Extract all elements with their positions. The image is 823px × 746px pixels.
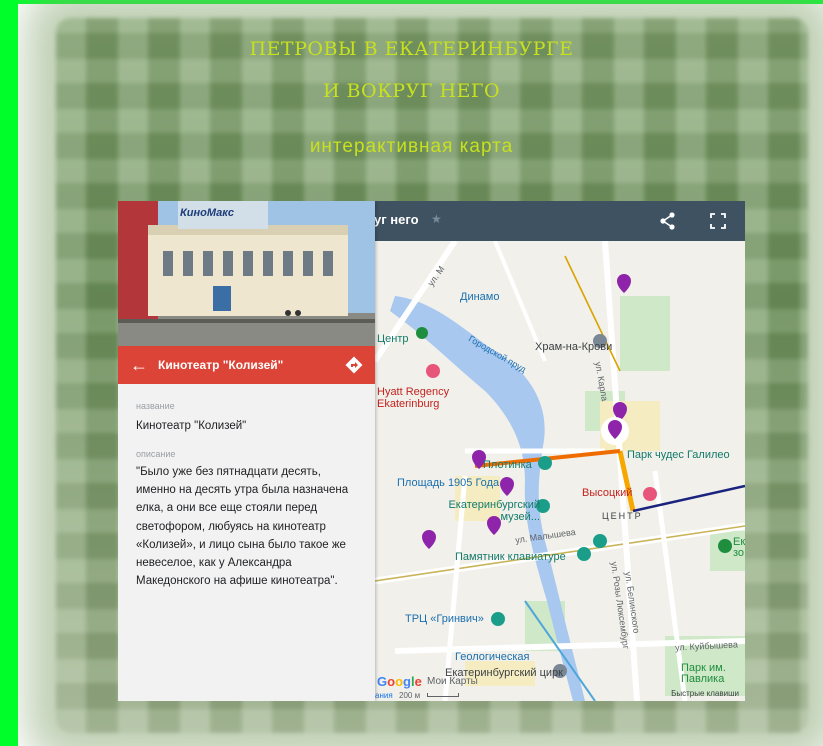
label-vysotsky: Высоцкий (582, 487, 633, 499)
google-logo: Google (377, 674, 422, 689)
keyboard-shortcuts-link[interactable]: Быстрые клавиши (671, 689, 739, 698)
field-label-name: название (136, 401, 175, 411)
label-museum: Екатеринбургский музей... (448, 499, 540, 523)
label-grinvich: ТРЦ «Гринвич» (405, 613, 484, 625)
label-dinamo: Динамо (460, 291, 500, 303)
map-canvas[interactable]: Динамо Храм-на-Крови Центр Городской пру… (375, 241, 745, 701)
label-plotinka: Плотинка (483, 459, 532, 471)
map-graphics (375, 241, 745, 701)
my-maps-label: Мои Карты (427, 676, 478, 687)
place-title: Кинотеатр "Колизей" (158, 358, 284, 372)
page-subtitle: интерактивная карта (309, 136, 514, 157)
star-icon[interactable]: ★ (431, 212, 442, 226)
label-square: Площадь 1905 Года (397, 477, 500, 489)
place-header-bar: ← Кинотеатр "Колизей" (118, 346, 375, 384)
field-value-description: "Было уже без пятнадцати десять, именно … (136, 466, 349, 588)
label-hyatt: Hyatt Regency Ekaterinburg (377, 386, 450, 410)
label-zoo: Ек зо (733, 536, 745, 559)
directions-icon[interactable] (344, 355, 364, 375)
field-value-name: Кинотеатр "Колизей" (136, 420, 247, 432)
field-label-description: описание (136, 449, 176, 459)
label-keyboard: Памятник клавиатуре (455, 551, 566, 563)
scale-label[interactable]: 200 м (399, 691, 420, 700)
embedded-map-widget[interactable]: уг него ★ Динамо Храм-на-Крови Центр Гор… (118, 201, 745, 701)
label-galileo: Парк чудес Галилео (627, 449, 730, 461)
page-title-line2: И ВОКРУГ НЕГО (322, 80, 501, 102)
map-title[interactable]: уг него (374, 212, 419, 227)
label-khram: Храм-на-Крови (535, 341, 613, 353)
label-district: ЦЕНТР (602, 511, 643, 521)
photo-sign: КиноМакс (180, 207, 234, 219)
back-arrow-icon[interactable]: ← (130, 355, 148, 376)
place-fields: название Кинотеатр "Колизей" описание "Б… (118, 384, 375, 701)
place-photo[interactable]: КиноМакс (118, 201, 375, 346)
label-geo: Геологическая (455, 651, 530, 663)
label-park: Парк им. Павлика (681, 662, 726, 685)
share-icon[interactable] (658, 211, 678, 231)
page-title-line1: ПЕТРОВЫ В ЕКАТЕРИНБУРГЕ (249, 38, 574, 60)
fullscreen-icon[interactable] (708, 211, 728, 231)
place-details-panel: КиноМакс ← Кинотеатр "Колизей" название … (118, 201, 375, 701)
map-data-link[interactable]: ания (375, 691, 393, 700)
label-center: Центр (377, 333, 409, 345)
scale-bar (427, 693, 459, 697)
